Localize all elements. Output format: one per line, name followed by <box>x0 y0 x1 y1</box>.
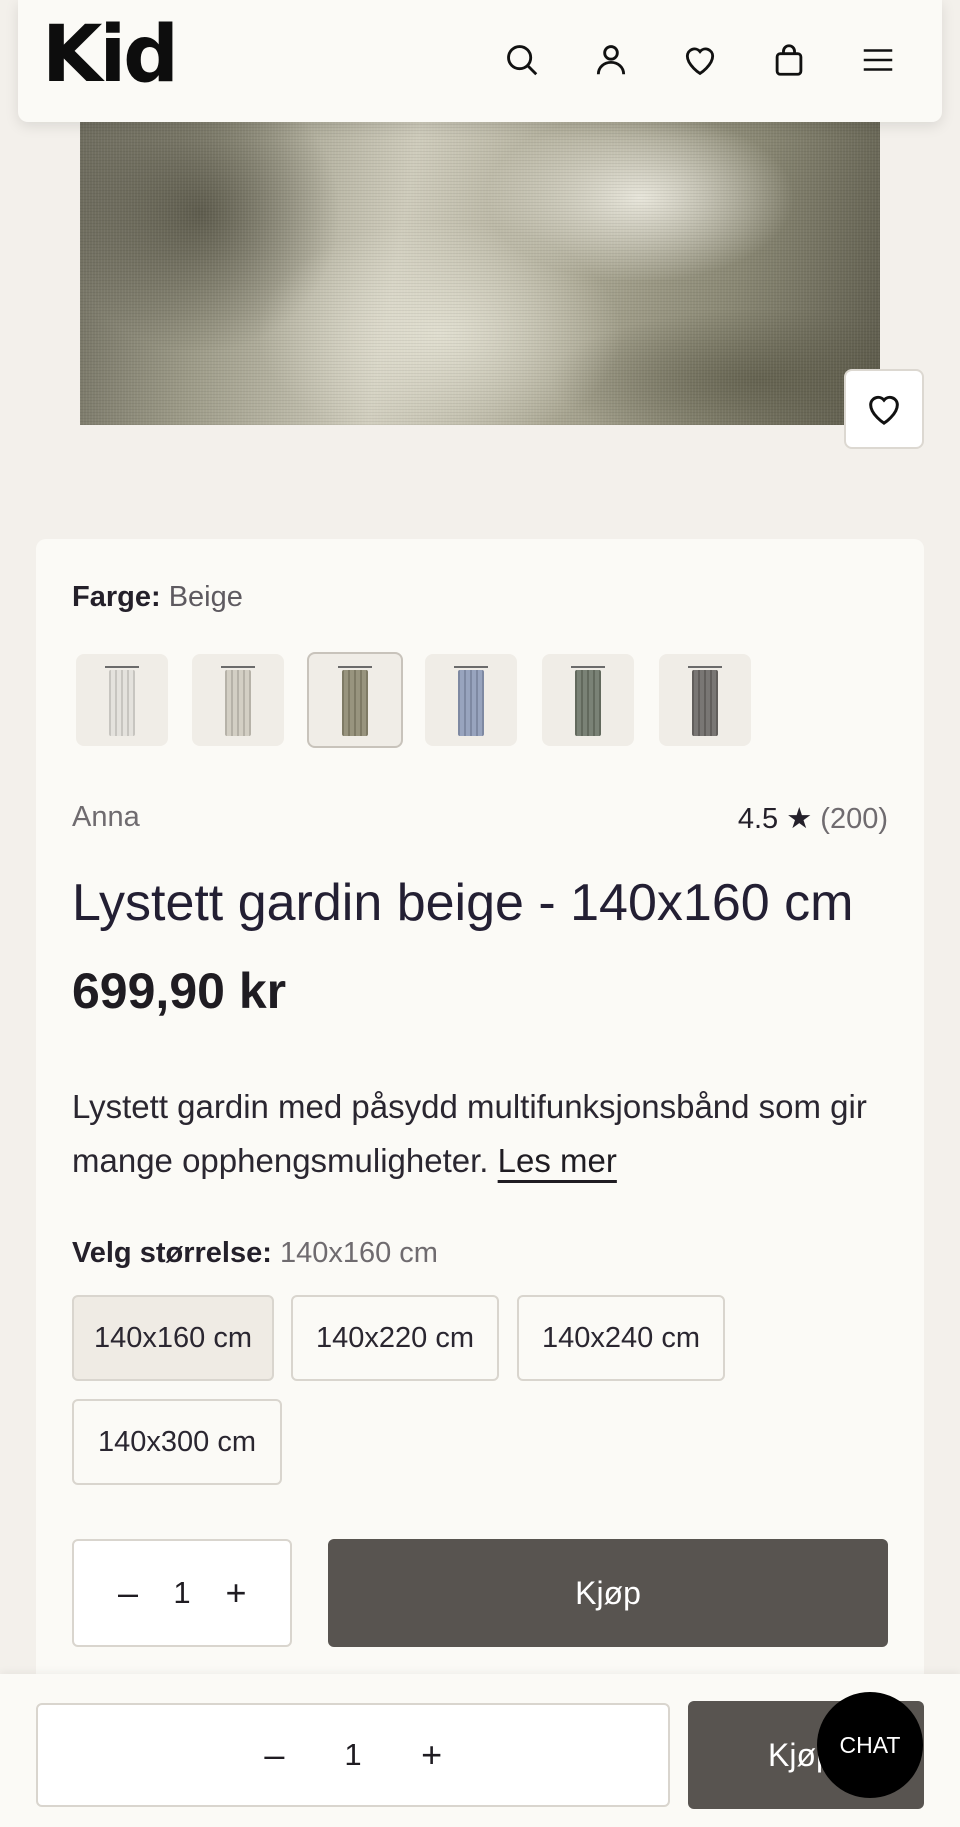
star-icon: ★ <box>786 803 813 835</box>
size-label-title: Velg størrelse: <box>72 1237 272 1269</box>
curtain-rod <box>688 666 722 668</box>
decrease-quantity-button[interactable]: – <box>258 1734 290 1776</box>
quantity-stepper: – 1 + <box>72 1539 292 1647</box>
color-swatch-white[interactable] <box>76 654 168 746</box>
curtain-thumbnail <box>692 670 718 736</box>
curtain-thumbnail <box>225 670 251 736</box>
increase-quantity-button[interactable]: + <box>416 1734 448 1776</box>
sticky-quantity-stepper: – 1 + <box>36 1703 670 1807</box>
increase-quantity-button[interactable]: + <box>220 1572 252 1614</box>
read-more-link[interactable]: Les mer <box>498 1142 617 1179</box>
rating-count: (200) <box>820 803 888 835</box>
size-option[interactable]: 140x300 cm <box>72 1399 282 1485</box>
size-label: Velg størrelse: 140x160 cm <box>72 1237 438 1270</box>
curtain-thumbnail <box>575 670 601 736</box>
size-option[interactable]: 140x160 cm <box>72 1295 274 1381</box>
site-header: Kid <box>18 0 942 122</box>
color-swatch-blue[interactable] <box>425 654 517 746</box>
size-value: 140x160 cm <box>279 1237 438 1269</box>
curtain-thumbnail <box>342 670 368 736</box>
kid-logo[interactable]: Kid <box>42 16 179 94</box>
size-option[interactable]: 140x220 cm <box>291 1295 499 1381</box>
heart-icon[interactable] <box>678 38 722 82</box>
add-to-favorites-button[interactable] <box>844 369 924 449</box>
menu-icon[interactable] <box>856 38 900 82</box>
heart-icon <box>869 395 899 425</box>
color-swatch-light-beige[interactable] <box>192 654 284 746</box>
curtain-rod <box>338 666 372 668</box>
sticky-purchase-bar: – 1 + Kjøp <box>0 1674 960 1827</box>
product-info-card: Farge: Beige Anna 4.5 ★ (200) Lystett ga… <box>36 539 924 1699</box>
quantity-value: 1 <box>173 1575 191 1610</box>
color-swatch-green[interactable] <box>542 654 634 746</box>
color-label: Farge: Beige <box>72 581 243 614</box>
size-option[interactable]: 140x240 cm <box>517 1295 725 1381</box>
curtain-rod <box>454 666 488 668</box>
description-text: Lystett gardin med påsydd multifunksjons… <box>72 1088 867 1179</box>
search-icon[interactable] <box>500 38 544 82</box>
curtain-rod <box>105 666 139 668</box>
product-description: Lystett gardin med påsydd multifunksjons… <box>72 1080 902 1188</box>
product-title: Lystett gardin beige - 140x160 cm <box>72 874 854 932</box>
bag-icon[interactable] <box>767 38 811 82</box>
user-icon[interactable] <box>589 38 633 82</box>
color-swatch-grey[interactable] <box>659 654 751 746</box>
buy-button[interactable]: Kjøp <box>328 1539 888 1647</box>
rating[interactable]: 4.5 ★ (200) <box>738 801 888 836</box>
quantity-value: 1 <box>344 1737 362 1772</box>
product-image[interactable] <box>80 122 880 425</box>
decrease-quantity-button[interactable]: – <box>112 1572 144 1614</box>
color-value: Beige <box>168 581 243 613</box>
curtain-thumbnail <box>109 670 135 736</box>
brand-name[interactable]: Anna <box>72 801 140 834</box>
color-swatch-beige[interactable] <box>307 652 403 748</box>
chat-button[interactable]: CHAT <box>817 1692 923 1798</box>
rating-score: 4.5 <box>737 803 779 835</box>
curtain-thumbnail <box>458 670 484 736</box>
curtain-rod <box>571 666 605 668</box>
color-label-title: Farge: <box>72 581 161 613</box>
curtain-rod <box>221 666 255 668</box>
product-price: 699,90 kr <box>72 963 287 1019</box>
